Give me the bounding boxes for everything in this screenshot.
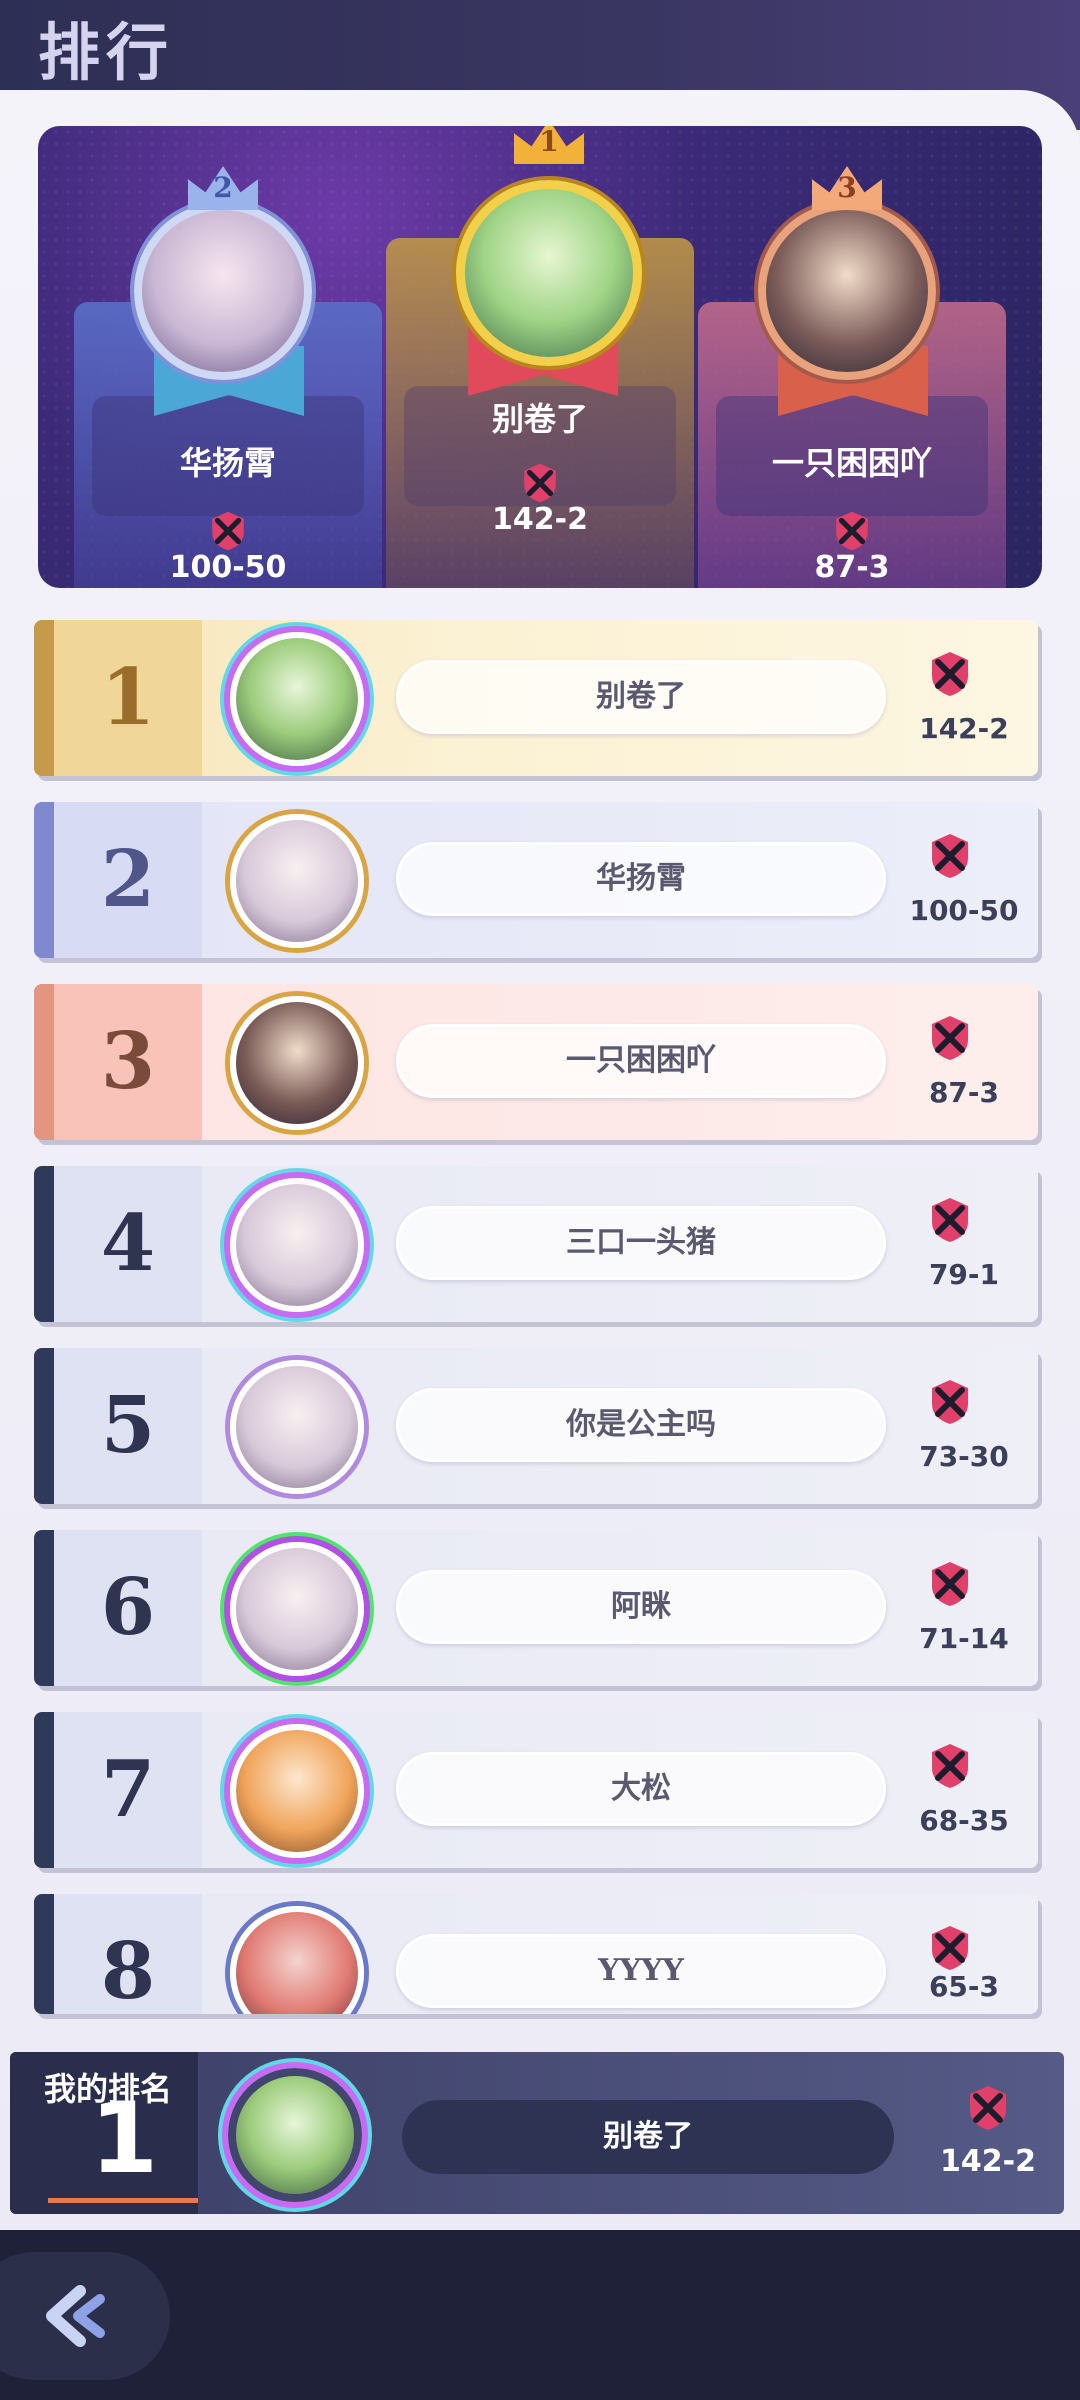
player-score: 100-50 xyxy=(169,550,287,585)
rank-number: 1 xyxy=(100,652,156,743)
rank-number: 5 xyxy=(100,1380,156,1471)
avatar xyxy=(230,1906,364,2014)
rank-cell: 3 xyxy=(34,984,202,1140)
rank-cell: 4 xyxy=(34,1166,202,1322)
avatar xyxy=(758,202,936,380)
crossed-swords-icon xyxy=(932,834,968,878)
player-score: 65-3 xyxy=(928,1970,1000,2003)
rank-cell: 2 xyxy=(34,802,202,958)
player-score: 142-2 xyxy=(940,2144,1036,2179)
crossed-swords-icon xyxy=(212,511,244,551)
crossed-swords-icon xyxy=(970,2086,1006,2130)
player-score: 73-30 xyxy=(919,1440,1009,1473)
avatar xyxy=(230,996,364,1130)
crossed-swords-icon xyxy=(932,1380,968,1424)
rank-number: 3 xyxy=(100,1016,156,1107)
avatar xyxy=(230,814,364,948)
player-name: YYYY xyxy=(396,1934,886,2008)
player-name: 别卷了 xyxy=(402,2100,894,2174)
player-score: 71-14 xyxy=(919,1622,1009,1655)
leaderboard-row[interactable]: 4 三口一头猪 79-1 xyxy=(34,1166,1038,1322)
my-rank-number: 1 xyxy=(90,2082,159,2196)
rank-badge: 2 xyxy=(188,166,258,210)
crossed-swords-icon xyxy=(932,1562,968,1606)
crossed-swords-icon xyxy=(932,652,968,696)
rank-number: 7 xyxy=(100,1744,156,1835)
leaderboard-row[interactable]: 1 别卷了 142-2 xyxy=(34,620,1038,776)
rank-cell: 5 xyxy=(34,1348,202,1504)
crossed-swords-icon xyxy=(932,1926,968,1970)
player-score: 87-3 xyxy=(814,550,890,585)
rank-number: 2 xyxy=(100,834,156,925)
player-score: 100-50 xyxy=(909,894,1019,927)
leaderboard-row[interactable]: 8 YYYY 65-3 xyxy=(34,1894,1038,2014)
crossed-swords-icon xyxy=(836,511,868,551)
player-score: 142-2 xyxy=(492,502,588,537)
rank-cell: 8 xyxy=(34,1894,202,2014)
crossed-swords-icon xyxy=(932,1744,968,1788)
crossed-swords-icon xyxy=(932,1016,968,1060)
player-score: 79-1 xyxy=(928,1258,1000,1291)
avatar xyxy=(230,1724,364,1858)
avatar xyxy=(230,1178,364,1312)
player-score: 68-35 xyxy=(919,1804,1009,1837)
podium-first[interactable]: 1 别卷了 142-2 xyxy=(386,126,694,588)
rank-cell: 6 xyxy=(34,1530,202,1686)
podium: 2 华扬霄 100-50 1 别卷了 142-2 3 一只困困吖 87-3 xyxy=(38,126,1042,588)
crossed-swords-icon xyxy=(932,1198,968,1242)
rank-cell: 1 xyxy=(34,620,202,776)
avatar xyxy=(134,202,312,380)
back-button[interactable] xyxy=(0,2252,170,2380)
avatar xyxy=(230,1360,364,1494)
player-name: 华扬霄 xyxy=(396,842,886,916)
rank-badge: 1 xyxy=(514,126,584,164)
leaderboard-row[interactable]: 5 你是公主吗 73-30 xyxy=(34,1348,1038,1504)
leaderboard-row[interactable]: 6 阿眯 71-14 xyxy=(34,1530,1038,1686)
player-name: 一只困困吖 xyxy=(396,1024,886,1098)
footer-bar xyxy=(0,2230,1080,2400)
leaderboard-row[interactable]: 2 华扬霄 100-50 xyxy=(34,802,1038,958)
avatar xyxy=(456,180,642,366)
player-score: 87-3 xyxy=(928,1076,1000,1109)
avatar xyxy=(230,1542,364,1676)
player-name: 你是公主吗 xyxy=(396,1388,886,1462)
rank-cell: 7 xyxy=(34,1712,202,1868)
back-arrow-icon xyxy=(46,2285,105,2347)
player-name: 别卷了 xyxy=(396,660,886,734)
podium-second[interactable]: 2 华扬霄 100-50 xyxy=(74,126,382,588)
player-name: 一只困困吖 xyxy=(771,444,932,482)
player-name: 华扬霄 xyxy=(179,444,276,482)
player-name: 别卷了 xyxy=(491,400,588,438)
rank-underline xyxy=(48,2198,198,2203)
player-name: 大松 xyxy=(396,1752,886,1826)
page-title: 排行 xyxy=(38,16,175,89)
rank-badge: 3 xyxy=(812,166,882,210)
rank-number: 8 xyxy=(100,1926,156,2014)
avatar xyxy=(230,632,364,766)
player-name: 三口一头猪 xyxy=(396,1206,886,1280)
avatar xyxy=(228,2068,362,2202)
leaderboard-row[interactable]: 7 大松 68-35 xyxy=(34,1712,1038,1868)
player-score: 142-2 xyxy=(919,712,1009,745)
rank-number: 6 xyxy=(100,1562,156,1653)
my-rank-bar[interactable]: 我的排名 1 别卷了 142-2 xyxy=(10,2052,1064,2214)
podium-third[interactable]: 3 一只困困吖 87-3 xyxy=(698,126,1006,588)
crossed-swords-icon xyxy=(524,463,556,503)
player-name: 阿眯 xyxy=(396,1570,886,1644)
rank-number: 4 xyxy=(100,1198,156,1289)
leaderboard-row[interactable]: 3 一只困困吖 87-3 xyxy=(34,984,1038,1140)
